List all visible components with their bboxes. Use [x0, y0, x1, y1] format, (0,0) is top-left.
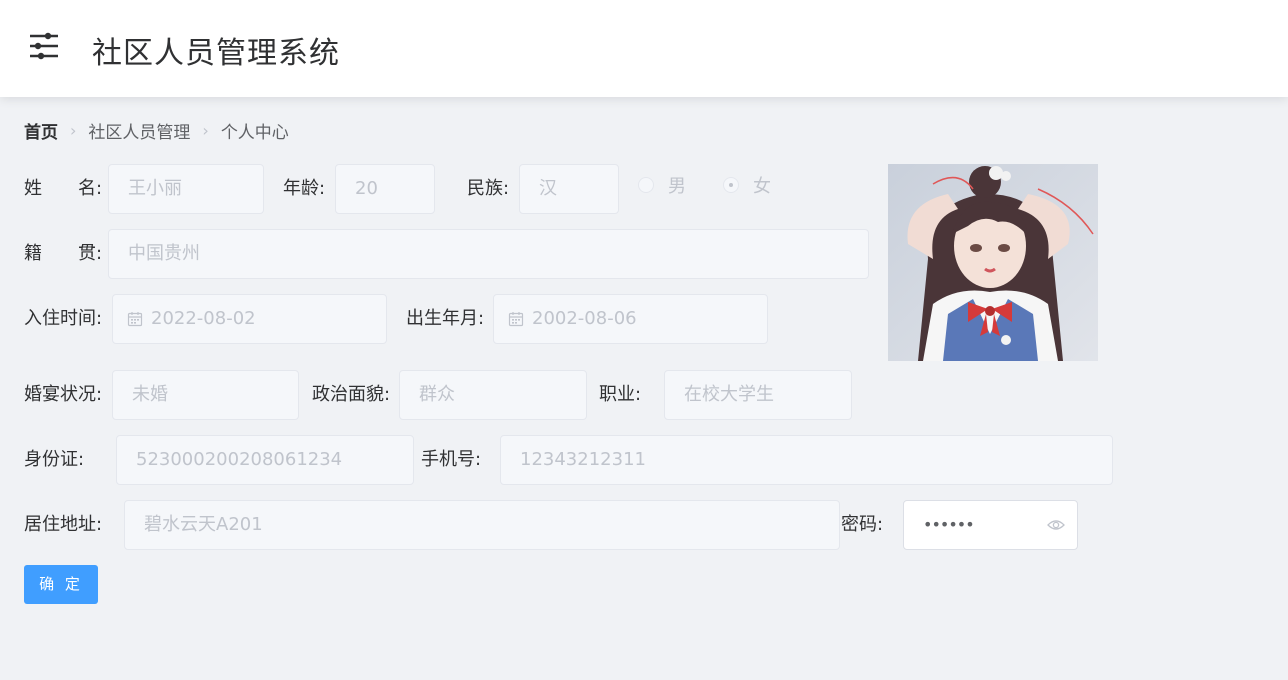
eye-icon[interactable]	[1047, 517, 1065, 533]
phone-label: 手机号:	[421, 449, 482, 470]
gender-female-label: 女	[753, 176, 771, 197]
address-field[interactable]: 碧水云天A201	[124, 500, 840, 550]
move-in-date-label: 入住时间:	[24, 308, 103, 329]
id-card-label: 身份证:	[24, 449, 85, 470]
move-in-date-value: 2022-08-02	[151, 308, 256, 329]
calendar-icon	[127, 312, 143, 327]
native-place-label: 籍 贯:	[24, 243, 103, 264]
move-in-date-picker[interactable]: 2022-08-02	[112, 294, 387, 344]
confirm-button[interactable]: 确 定	[24, 565, 98, 604]
sliders-icon[interactable]	[28, 30, 60, 62]
avatar	[888, 164, 1098, 361]
breadcrumb-current: 个人中心	[220, 122, 289, 143]
occupation-label: 职业:	[599, 384, 642, 405]
gender-male-label: 男	[668, 176, 686, 197]
birth-date-picker[interactable]: 2002-08-06	[493, 294, 768, 344]
occupation-field[interactable]: 在校大学生	[664, 370, 852, 420]
gender-radio-female[interactable]: 女	[723, 173, 771, 197]
age-field[interactable]: 20	[335, 164, 435, 214]
radio-checked-icon	[723, 177, 739, 193]
app-title: 社区人员管理系统	[92, 36, 340, 71]
id-card-field[interactable]: 523000200208061234	[116, 435, 414, 485]
native-place-field[interactable]: 中国贵州	[108, 229, 869, 279]
birth-date-value: 2002-08-06	[532, 308, 637, 329]
password-value: ••••••	[923, 515, 975, 534]
birth-date-label: 出生年月:	[406, 308, 485, 329]
breadcrumb-home[interactable]: 首页	[24, 118, 58, 143]
calendar-icon	[508, 312, 524, 327]
top-header: 社区人员管理系统	[0, 0, 1288, 97]
ethnicity-label: 民族:	[467, 178, 510, 199]
marital-status-field[interactable]: 未婚	[112, 370, 299, 420]
name-label: 姓 名:	[24, 178, 103, 199]
password-label: 密码:	[841, 514, 884, 535]
radio-circle-icon	[638, 177, 654, 193]
name-field[interactable]: 王小丽	[108, 164, 264, 214]
address-label: 居住地址:	[24, 514, 103, 535]
political-status-label: 政治面貌:	[312, 384, 391, 405]
breadcrumb-level2: 社区人员管理	[88, 122, 191, 143]
age-label: 年龄:	[283, 178, 326, 199]
chevron-right-icon: ›	[70, 120, 77, 140]
breadcrumb: 首页 › 社区人员管理 › 个人中心	[24, 118, 289, 143]
chevron-right-icon: ›	[202, 120, 209, 140]
gender-radio-male[interactable]: 男	[638, 173, 686, 197]
phone-field[interactable]: 12343212311	[500, 435, 1113, 485]
ethnicity-field[interactable]: 汉	[519, 164, 619, 214]
password-input[interactable]: ••••••	[903, 500, 1078, 550]
marital-status-label: 婚宴状况:	[24, 384, 103, 405]
political-status-field[interactable]: 群众	[399, 370, 587, 420]
